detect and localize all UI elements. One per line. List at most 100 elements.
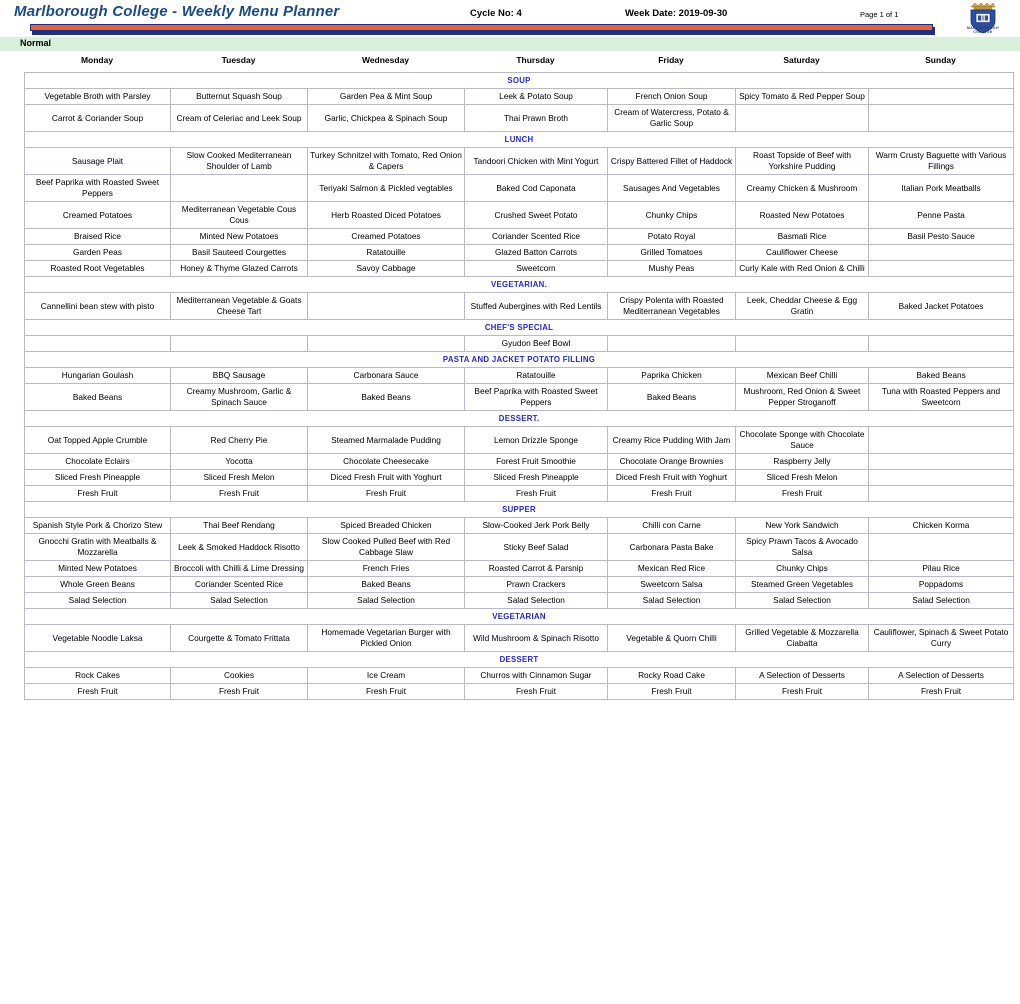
- section-title-vegetarian: VEGETARIAN.: [23, 276, 1015, 293]
- menu-row: Cannellini bean stew with pisto Mediterra…: [24, 292, 1015, 320]
- menu-row: Creamed Potatoes Mediterranean Vegetable …: [24, 201, 1015, 229]
- menu-cell-thursday: Baked Cod Caponata: [464, 174, 608, 202]
- menu-cell-sunday: [867, 533, 1015, 561]
- menu-cell-tuesday: Basil Sauteed Courgettes: [170, 244, 308, 261]
- menu-row: Fresh Fruit Fresh Fruit Fresh Fruit Fresh F…: [24, 683, 1015, 700]
- menu-row: Fresh Fruit Fresh Fruit Fresh Fruit Fresh F…: [24, 485, 1015, 502]
- menu-row: Garden Peas Basil Sauteed Courgettes Ratat…: [24, 244, 1015, 261]
- menu-cell-tuesday: Broccoli with Chilli & Lime Dressing: [170, 560, 308, 577]
- menu-cell-monday: Carrot & Coriander Soup: [24, 104, 171, 132]
- menu-cell-sunday: Salad Selection: [867, 592, 1015, 609]
- menu-cell-wednesday: Homemade Vegetarian Burger with Pickled …: [307, 624, 465, 652]
- menu-cell-monday: Braised Rice: [24, 228, 171, 245]
- menu-cell-sunday: [867, 104, 1015, 132]
- menu-cell-saturday: Spicy Prawn Tacos & Avocado Salsa: [735, 533, 869, 561]
- menu-cell-wednesday: Garlic, Chickpea & Spinach Soup: [307, 104, 465, 132]
- menu-cell-sunday: Warm Crusty Baguette with Various Fillin…: [867, 147, 1015, 175]
- menu-row: Roasted Root Vegetables Honey & Thyme Gla…: [24, 260, 1015, 277]
- menu-cell-wednesday: Slow Cooked Pulled Beef with Red Cabbage…: [307, 533, 465, 561]
- menu-cell-friday: Crispy Polenta with Roasted Mediterranea…: [607, 292, 736, 320]
- menu-table: SOUP Vegetable Broth with Parsley Butternu…: [23, 72, 1015, 700]
- menu-cell-saturday: Spicy Tomato & Red Pepper Soup: [735, 88, 869, 105]
- menu-cell-tuesday: Yocotta: [170, 453, 308, 470]
- menu-cell-wednesday: Carbonara Sauce: [307, 367, 465, 384]
- menu-cell-monday: Minted New Potatoes: [24, 560, 171, 577]
- menu-cell-sunday: Basil Pesto Sauce: [867, 228, 1015, 245]
- day-header-monday: Monday: [80, 55, 114, 65]
- menu-row: Gyudon Beef Bowl: [24, 335, 1015, 352]
- menu-cell-friday: Mexican Red Rice: [607, 560, 736, 577]
- menu-cell-sunday: Pilau Rice: [867, 560, 1015, 577]
- menu-cell-thursday: Gyudon Beef Bowl: [464, 335, 608, 352]
- menu-cell-sunday: [867, 469, 1015, 486]
- menu-cell-sunday: [867, 453, 1015, 470]
- menu-cell-monday: Creamed Potatoes: [24, 201, 171, 229]
- menu-cell-friday: [607, 335, 736, 352]
- menu-row: Chocolate Eclairs Yocotta Chocolate Cheese…: [24, 453, 1015, 470]
- menu-cell-tuesday: Leek & Smoked Haddock Risotto: [170, 533, 308, 561]
- menu-cell-monday: Oat Topped Apple Crumble: [24, 426, 171, 454]
- menu-row: Carrot & Coriander Soup Cream of Celeriac…: [24, 104, 1015, 132]
- menu-row: Spanish Style Pork & Chorizo Stew Thai Be…: [24, 517, 1015, 534]
- menu-row: Sausage Plait Slow Cooked Mediterranean S…: [24, 147, 1015, 175]
- menu-row: Beef Paprika with Roasted Sweet Peppers T…: [24, 174, 1015, 202]
- section-title-dessert: DESSERT: [23, 651, 1015, 668]
- menu-cell-thursday: Ratatouille: [464, 367, 608, 384]
- menu-cell-monday: Beef Paprika with Roasted Sweet Peppers: [24, 174, 171, 202]
- menu-cell-monday: Spanish Style Pork & Chorizo Stew: [24, 517, 171, 534]
- menu-cell-monday: Fresh Fruit: [24, 683, 171, 700]
- menu-cell-monday: Vegetable Broth with Parsley: [24, 88, 171, 105]
- menu-cell-friday: Baked Beans: [607, 383, 736, 411]
- menu-row: Minted New Potatoes Broccoli with Chilli …: [24, 560, 1015, 577]
- menu-cell-saturday: Grilled Vegetable & Mozzarella Ciabatta: [735, 624, 869, 652]
- menu-cell-wednesday: Savoy Cabbage: [307, 260, 465, 277]
- menu-cell-thursday: Beef Paprika with Roasted Sweet Peppers: [464, 383, 608, 411]
- section-title-supper: SUPPER: [23, 501, 1015, 518]
- page-title: Marlborough College - Weekly Menu Planne…: [14, 3, 340, 20]
- menu-cell-sunday: Baked Jacket Potatoes: [867, 292, 1015, 320]
- menu-cell-tuesday: Sliced Fresh Melon: [170, 469, 308, 486]
- menu-row: Rock Cakes Cookies Ice Cream Churros with C…: [24, 667, 1015, 684]
- menu-cell-saturday: Roasted New Potatoes: [735, 201, 869, 229]
- menu-cell-thursday: Slow-Cooked Jerk Pork Belly: [464, 517, 608, 534]
- section-title-soup: SOUP: [23, 72, 1015, 89]
- menu-cell-tuesday: BBQ Sausage: [170, 367, 308, 384]
- menu-cell-tuesday: Slow Cooked Mediterranean Shoulder of La…: [170, 147, 308, 175]
- menu-row: Gnocchi Gratin with Meatballs & Mozzarel…: [24, 533, 1015, 561]
- section-title-dessert: DESSERT.: [23, 410, 1015, 427]
- day-header-wednesday: Wednesday: [361, 55, 410, 65]
- menu-cell-friday: Mushy Peas: [607, 260, 736, 277]
- menu-cell-friday: Rocky Road Cake: [607, 667, 736, 684]
- menu-cell-monday: Chocolate Eclairs: [24, 453, 171, 470]
- menu-row: Salad Selection Salad Selection Salad Sele…: [24, 592, 1015, 609]
- menu-cell-saturday: Curly Kale with Red Onion & Chilli: [735, 260, 869, 277]
- menu-table-wrapper: SOUP Vegetable Broth with Parsley Butternu…: [0, 72, 1020, 700]
- menu-cell-tuesday: Thai Beef Rendang: [170, 517, 308, 534]
- menu-cell-friday: Sausages And Vegetables: [607, 174, 736, 202]
- section-header-row: DESSERT: [23, 651, 1015, 668]
- menu-cell-thursday: Crushed Sweet Potato: [464, 201, 608, 229]
- menu-cell-thursday: Leek & Potato Soup: [464, 88, 608, 105]
- menu-cell-sunday: [867, 260, 1015, 277]
- menu-cell-friday: Diced Fresh Fruit with Yoghurt: [607, 469, 736, 486]
- menu-cell-friday: Chilli con Carne: [607, 517, 736, 534]
- menu-cell-sunday: [867, 244, 1015, 261]
- day-header-tuesday: Tuesday: [221, 55, 256, 65]
- menu-cell-monday: Vegetable Noodle Laksa: [24, 624, 171, 652]
- day-header-friday: Friday: [658, 55, 684, 65]
- menu-cell-tuesday: Cream of Celeriac and Leek Soup: [170, 104, 308, 132]
- menu-cell-friday: Carbonara Pasta Bake: [607, 533, 736, 561]
- menu-cell-sunday: [867, 426, 1015, 454]
- menu-cell-thursday: Sticky Beef Salad: [464, 533, 608, 561]
- day-header-row: Monday Tuesday Wednesday Thursday Friday Satu…: [0, 53, 1020, 71]
- menu-cell-monday: Hungarian Goulash: [24, 367, 171, 384]
- menu-cell-saturday: Creamy Chicken & Mushroom: [735, 174, 869, 202]
- menu-cell-tuesday: Salad Selection: [170, 592, 308, 609]
- menu-cell-saturday: Chunky Chips: [735, 560, 869, 577]
- menu-cell-friday: Fresh Fruit: [607, 683, 736, 700]
- menu-cell-thursday: Wild Mushroom & Spinach Risotto: [464, 624, 608, 652]
- menu-cell-friday: Grilled Tomatoes: [607, 244, 736, 261]
- menu-cell-wednesday: Herb Roasted Diced Potatoes: [307, 201, 465, 229]
- menu-cell-saturday: [735, 335, 869, 352]
- menu-row: Hungarian Goulash BBQ Sausage Carbonara Sa…: [24, 367, 1015, 384]
